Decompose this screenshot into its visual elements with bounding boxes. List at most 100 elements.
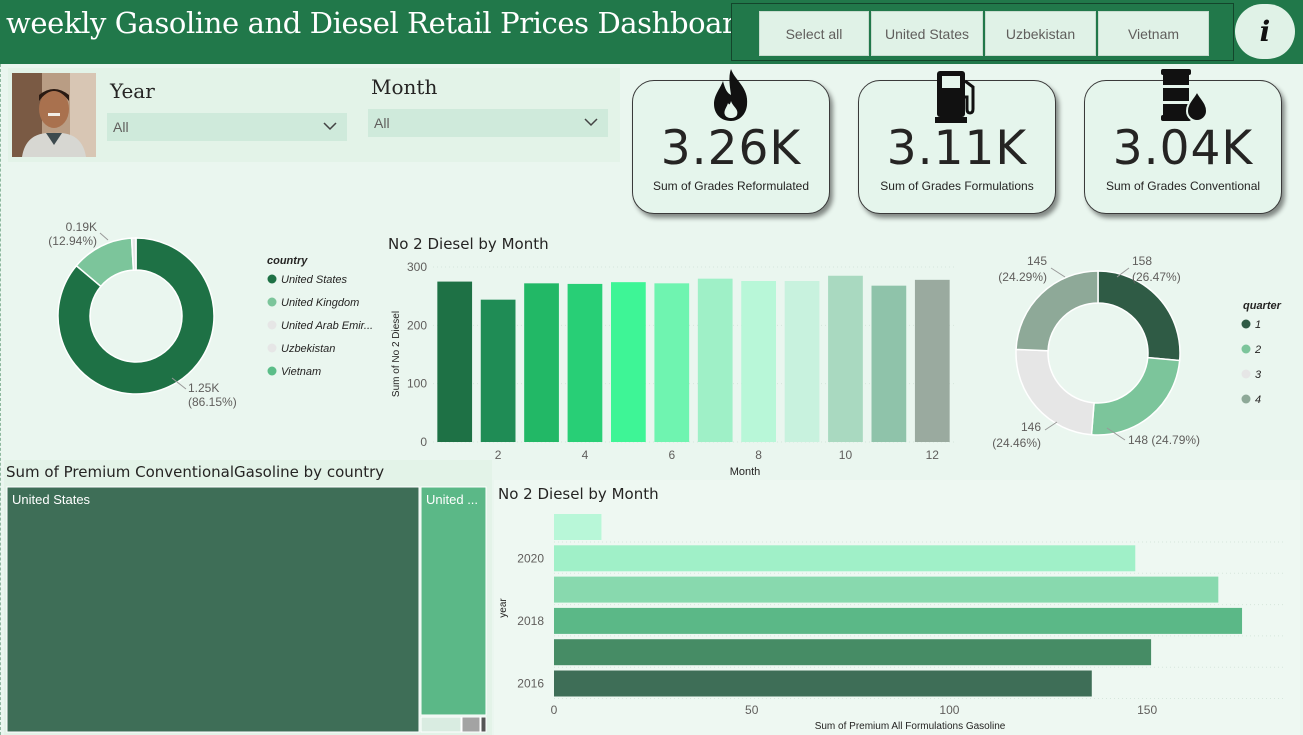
y-axis-label: year [498,598,509,618]
donut-label-q4-value: 145 [1027,254,1047,268]
bar-month-4[interactable] [567,283,603,442]
x-tick-label: 2 [495,448,502,462]
x-tick-label: 50 [745,703,759,717]
bar-year-2020[interactable] [554,545,1136,572]
x-axis-label: Month [730,466,761,478]
country-button-uzbekistan[interactable]: Uzbekistan [985,11,1096,56]
donut-label-q3-value: 146 [1021,420,1041,434]
bar-month-3[interactable] [524,283,559,442]
legend-item[interactable]: Vietnam [281,366,321,378]
legend-item[interactable]: United Kingdom [281,297,359,309]
y-tick-label: 2018 [517,614,544,628]
bar-month-5[interactable] [611,282,646,442]
legend-item[interactable]: 3 [1255,369,1262,381]
treemap-tile-other[interactable] [420,716,462,733]
legend-marker [267,366,277,376]
fuel-pump-icon [935,71,975,123]
legend-item[interactable]: United States [281,274,348,286]
bar-month-10[interactable] [828,275,863,442]
donut-slice-2[interactable] [1090,356,1181,436]
legend-marker [267,274,277,284]
legend-marker [1241,369,1251,379]
year-filter-label: Year [110,79,155,103]
treemap-tile-united-kingdom[interactable] [420,486,487,716]
bar-month-8[interactable] [741,281,776,442]
bar-month-6[interactable] [654,283,690,442]
donut-slice-1[interactable] [1097,270,1181,362]
year-dropdown[interactable]: All [107,113,347,141]
treemap-tile-united-states[interactable] [6,486,420,733]
legend-title-country: country [267,255,308,267]
donut-leader-line [99,232,109,241]
y-tick-label: 2016 [517,677,544,691]
dashboard-title: weekly Gasoline and Diesel Retail Prices… [6,6,754,40]
bar-year-2017[interactable] [554,639,1152,666]
x-tick-label: 8 [755,448,762,462]
legend-item[interactable]: 1 [1255,319,1261,331]
country-button-vietnam[interactable]: Vietnam [1098,11,1209,56]
chart-title-hbar: No 2 Diesel by Month [498,485,659,503]
bar-month-7[interactable] [697,278,733,442]
x-tick-label: 12 [926,448,940,462]
chevron-down-icon [323,122,337,131]
country-button-select-all[interactable]: Select all [759,11,869,56]
legend-marker [1241,344,1251,354]
kpi-card-conventional: 3.04K Sum of Grades Conventional [1084,69,1282,214]
legend-marker [267,343,277,353]
donut-label-uk-pct: (12.94%) [48,234,97,248]
country-button-united-states[interactable]: United States [871,11,983,56]
donut-label-us-value: 1.25K [188,381,219,395]
y-tick-label: 100 [407,377,427,391]
kpi-value: 3.26K [660,121,802,176]
chevron-down-icon [584,118,598,127]
bar-month-2[interactable] [480,299,516,442]
donut-label-q2-value: 148 (24.79%) [1128,433,1200,447]
quarter-donut-chart: 158 (26.47%) 148 (24.79%) 146 (24.46%) 1… [992,254,1282,450]
bar-month-12[interactable] [914,279,950,442]
avatar-image [12,73,96,157]
kpi-label: Sum of Grades Reformulated [652,179,810,193]
bar-month-1[interactable] [437,281,473,442]
treemap-tile-other[interactable] [461,716,481,733]
legend-item[interactable]: Uzbekistan [281,343,335,355]
donut-label-q3-pct: (24.46%) [992,436,1041,450]
x-axis-label: Sum of Premium All Formulations Gasoline [815,721,1006,732]
y-tick-label: 300 [407,260,427,274]
y-tick-label: 0 [420,435,427,449]
premium-all-formulations-bar-chart: 2020 2018 2016 0 50 100 150 Sum of Premium Al… [498,514,1286,732]
legend-item[interactable]: 4 [1255,394,1261,406]
treemap-tile-other[interactable] [480,716,487,733]
premium-conventional-treemap: United States United ... [6,486,487,733]
bar-year-2021[interactable] [554,514,602,540]
x-tick-label: 6 [668,448,675,462]
bar-year-2016[interactable] [554,670,1092,697]
kpi-value: 3.11K [886,121,1028,176]
month-dropdown-value: All [374,115,390,131]
donut-label-q1-pct: (26.47%) [1132,270,1181,284]
bar-month-11[interactable] [871,285,907,442]
month-dropdown[interactable]: All [368,109,608,137]
kpi-label: Sum of Grades Formulations [880,179,1034,193]
legend-marker [1241,319,1251,329]
y-axis-label: Sum of No 2 Diesel [391,311,402,397]
kpi-card-formulations: 3.11K Sum of Grades Formulations [858,71,1056,214]
donut-leader-line [1044,421,1058,431]
x-tick-label: 0 [551,703,558,717]
legend-title-quarter: quarter [1243,300,1282,312]
donut-label-us-pct: (86.15%) [188,395,237,409]
kpi-label: Sum of Grades Conventional [1105,179,1261,193]
donut-label-uk-value: 0.19K [66,220,97,234]
bar-month-9[interactable] [784,281,820,442]
legend-item[interactable]: 2 [1254,344,1261,356]
info-button[interactable]: i [1235,4,1295,59]
info-icon: i [1259,15,1271,48]
year-dropdown-value: All [113,119,129,135]
y-tick-label: 2020 [517,551,544,565]
bar-year-2019[interactable] [554,576,1219,603]
legend-item[interactable]: United Arab Emir... [281,320,373,332]
legend-marker [267,297,277,307]
treemap-label: United ... [426,492,478,507]
kpi-card-reformulated: 3.26K Sum of Grades Reformulated [632,69,830,214]
bar-year-2018[interactable] [554,607,1243,634]
country-donut-chart: 0.19K (12.94%) 1.25K (86.15%) country Un… [48,220,373,409]
